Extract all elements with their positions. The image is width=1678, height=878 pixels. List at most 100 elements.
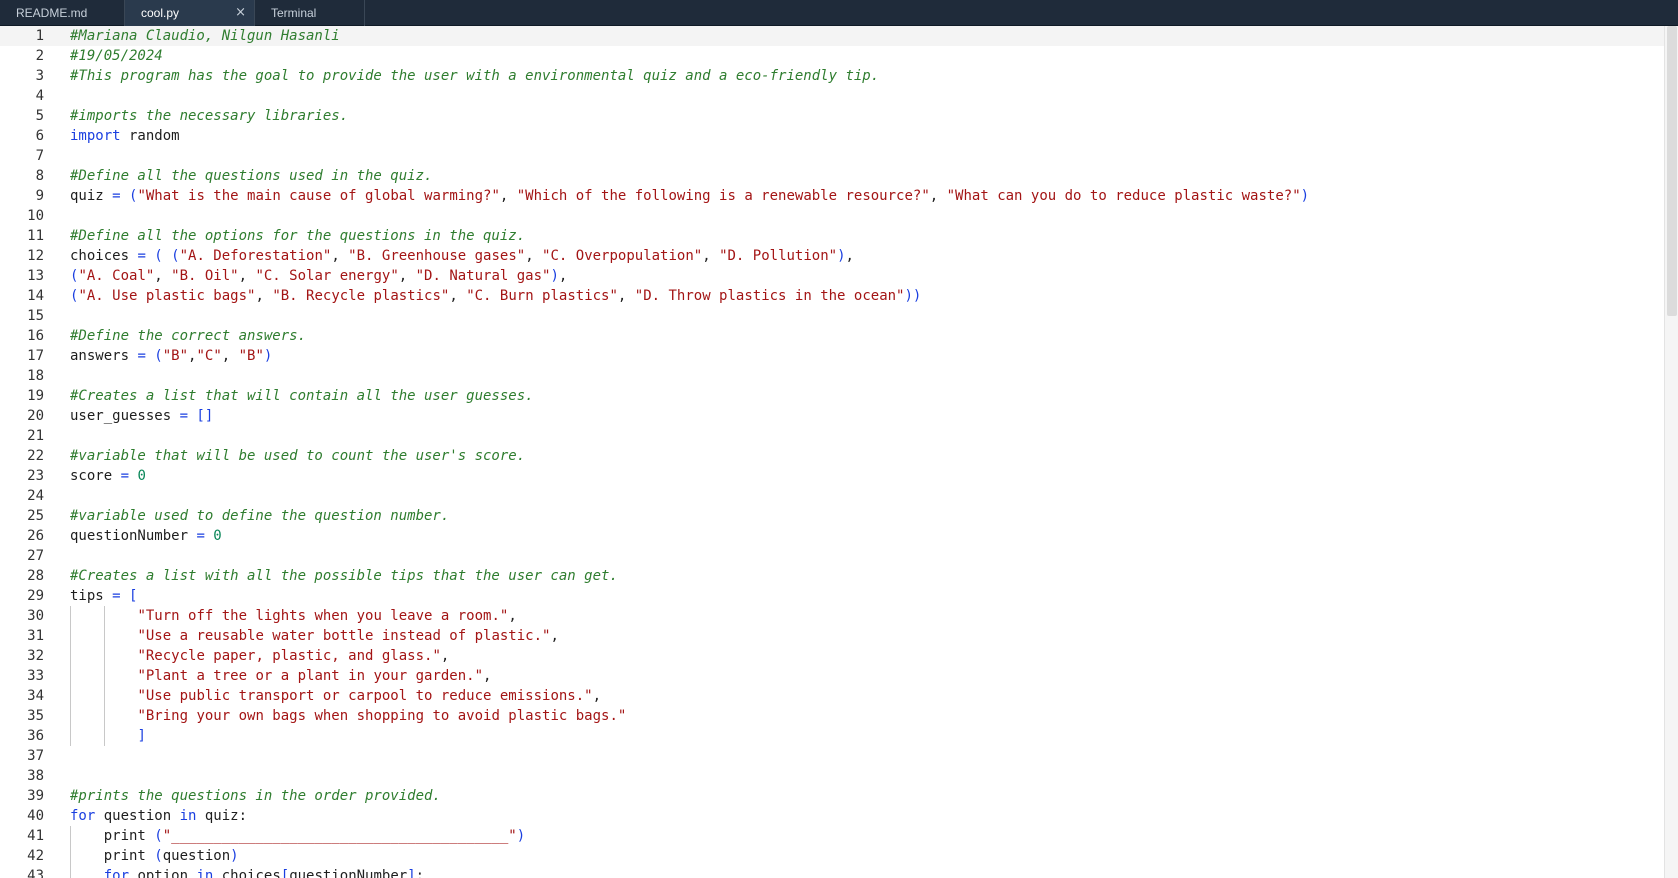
line-number: 24 [27,488,44,504]
code-line[interactable]: 18 [0,366,1664,386]
code-line[interactable]: 3 #This program has the goal to provide t… [0,66,1664,86]
code-line[interactable]: 16 #Define the correct answers. [0,326,1664,346]
code-line[interactable]: 14 ("A. Use plastic bags", "B. Recycle pl… [0,286,1664,306]
code-line[interactable]: 42 print (question) [0,846,1664,866]
line-number: 41 [27,828,44,844]
line-number: 7 [35,148,44,164]
code-token: #This program has the goal to provide th… [70,68,880,84]
code-line[interactable]: 1 #Mariana Claudio, Nilgun Hasanli [0,26,1664,46]
code-line[interactable]: 21 [0,426,1664,446]
vertical-scrollbar[interactable] [1664,26,1678,878]
code-token: #imports the necessary libraries. [70,108,349,124]
code-token: "D. Throw plastics in the ocean" [634,288,905,304]
line-code: score = 0 [70,466,146,486]
code-line[interactable]: 17 answers = ("B","C", "B") [0,346,1664,366]
tab-readme[interactable]: README.md [0,0,125,26]
code-token: print [70,828,155,844]
code-token: question [95,808,180,824]
code-token: "B. Greenhouse gases" [348,248,526,264]
code-token: "C" [196,348,222,364]
code-editor[interactable]: 1 #Mariana Claudio, Nilgun Hasanli 2 #19/05… [0,26,1664,878]
code-token: = ( ( [137,248,180,264]
line-number: 11 [27,228,44,244]
code-line[interactable]: 30 "Turn off the lights when you leave a… [0,606,1664,626]
code-token: , [499,188,517,204]
code-line[interactable]: 19 #Creates a list that will contain all … [0,386,1664,406]
code-token: , [255,288,273,304]
line-number: 17 [27,348,44,364]
code-line[interactable]: 29 tips = [ [0,586,1664,606]
line-number: 19 [27,388,44,404]
line-code: "Recycle paper, plastic, and glass.", [70,646,449,666]
code-line[interactable]: 24 [0,486,1664,506]
code-line[interactable]: 4 [0,86,1664,106]
code-line[interactable]: 37 [0,746,1664,766]
code-line[interactable]: 28 #Creates a list with all the possible … [0,566,1664,586]
code-line[interactable]: 6 import random [0,126,1664,146]
code-token: , [592,688,602,704]
code-token: "What is the main cause of global warmin… [137,188,500,204]
code-line[interactable]: 32 "Recycle paper, plastic, and glass.", [0,646,1664,666]
line-code: #This program has the goal to provide th… [70,66,879,86]
code-token: #19/05/2024 [70,48,163,64]
code-line[interactable]: 23 score = 0 [0,466,1664,486]
code-token: [ [280,868,290,878]
line-code: ("A. Use plastic bags", "B. Recycle plas… [70,286,921,306]
code-token: , [929,188,947,204]
line-number: 25 [27,508,44,524]
line-code: #Creates a list with all the possible ti… [70,566,618,586]
close-icon[interactable]: × [235,5,246,20]
code-line[interactable]: 31 "Use a reusable water bottle instead … [0,626,1664,646]
code-line[interactable]: 41 print ("_____________________________… [0,826,1664,846]
line-code: "Turn off the lights when you leave a ro… [70,606,516,626]
code-line[interactable]: 22 #variable that will be used to count t… [0,446,1664,466]
code-token: = ( [137,348,163,364]
code-line[interactable]: 8 #Define all the questions used in the q… [0,166,1664,186]
code-line[interactable]: 33 "Plant a tree or a plant in your gard… [0,666,1664,686]
line-code: ] [70,726,145,746]
code-token: ( [154,848,163,864]
code-line[interactable]: 43 for option in choices[questionNumber]… [0,866,1664,878]
code-line[interactable]: 40 for question in quiz: [0,806,1664,826]
code-token: "C. Overpopulation" [542,248,703,264]
code-line[interactable]: 26 questionNumber = 0 [0,526,1664,546]
code-line[interactable]: 11 #Define all the options for the questi… [0,226,1664,246]
code-line[interactable]: 20 user_guesses = [] [0,406,1664,426]
code-line[interactable]: 10 [0,206,1664,226]
code-token: quiz [70,188,113,204]
code-token: "What can you do to reduce plastic waste… [946,188,1301,204]
code-line[interactable]: 25 #variable used to define the question … [0,506,1664,526]
code-line[interactable]: 9 quiz = ("What is the main cause of glob… [0,186,1664,206]
code-token: in [196,868,214,878]
code-line[interactable]: 13 ("A. Coal", "B. Oil", "C. Solar energy… [0,266,1664,286]
code-line[interactable]: 12 choices = ( ("A. Deforestation", "B. G… [0,246,1664,266]
line-code: for option in choices[questionNumber]: [70,866,424,878]
code-line[interactable]: 15 [0,306,1664,326]
tab-terminal[interactable]: Terminal [255,0,365,26]
code-line[interactable]: 36 ] [0,726,1664,746]
code-line[interactable]: 7 [0,146,1664,166]
code-line[interactable]: 35 "Bring your own bags when shopping to… [0,706,1664,726]
code-line[interactable]: 27 [0,546,1664,566]
code-line[interactable]: 38 [0,766,1664,786]
code-token: ) [1300,188,1310,204]
line-code: #prints the questions in the order provi… [70,786,441,806]
scrollbar-thumb[interactable] [1667,26,1677,316]
code-token: "B. Recycle plastics" [272,288,450,304]
code-token: in [179,808,197,824]
line-code: print ("________________________________… [70,826,525,846]
code-token: "B" [238,348,264,364]
code-token: "B" [162,348,189,364]
line-number: 2 [35,48,44,64]
code-line[interactable]: 2 #19/05/2024 [0,46,1664,66]
code-line[interactable]: 5 #imports the necessary libraries. [0,106,1664,126]
code-token: ] [407,868,416,878]
code-line[interactable]: 39 #prints the questions in the order pro… [0,786,1664,806]
tab-cool-py[interactable]: cool.py × [125,0,255,26]
code-line[interactable]: 34 "Use public transport or carpool to r… [0,686,1664,706]
line-code: questionNumber = 0 [70,526,222,546]
